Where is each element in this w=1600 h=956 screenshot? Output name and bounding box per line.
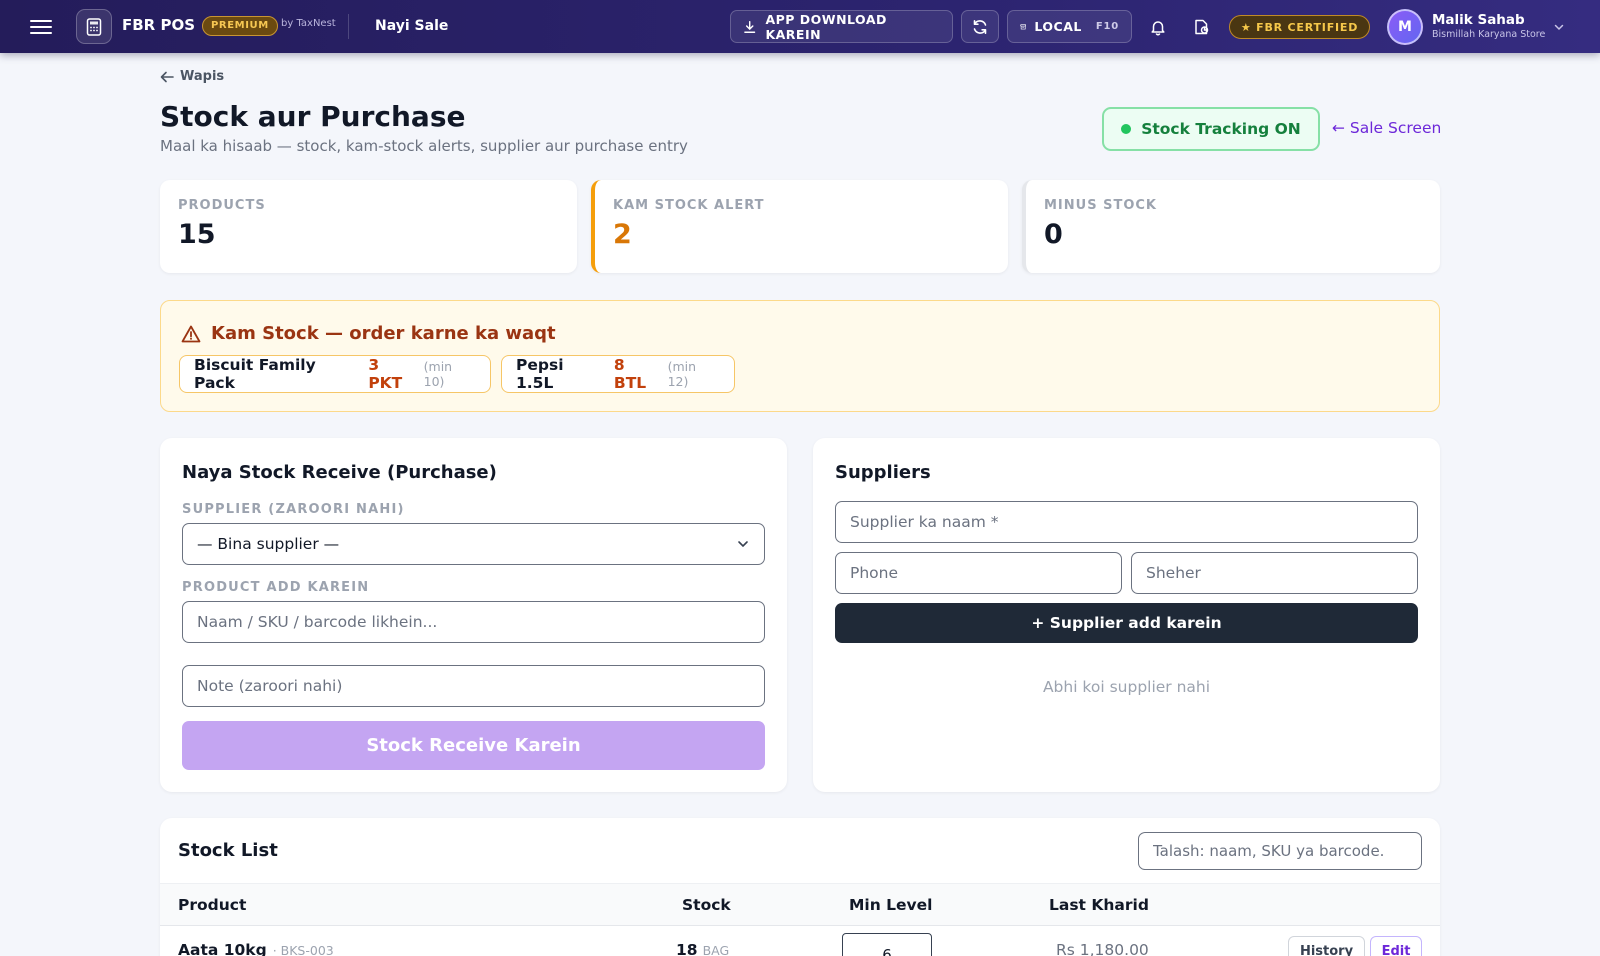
download-icon bbox=[744, 20, 756, 33]
supplier-select[interactable]: — Bina supplier — bbox=[182, 523, 765, 565]
chip-min: (min 10) bbox=[423, 359, 453, 389]
stat-label: MINUS STOCK bbox=[1044, 198, 1157, 213]
archive-icon bbox=[1020, 23, 1027, 29]
stat-value: 15 bbox=[178, 219, 216, 250]
product-search-input[interactable] bbox=[182, 601, 765, 643]
top-bar: FBR POS PREMIUM by TaxNest Nayi Sale APP… bbox=[0, 0, 1600, 53]
sale-screen-link[interactable]: ← Sale Screen bbox=[1332, 119, 1441, 137]
sync-button[interactable] bbox=[961, 10, 999, 43]
product-cell: Aata 10kg · BKS-003 bbox=[178, 941, 334, 956]
suppliers-empty-text: Abhi koi supplier nahi bbox=[1042, 678, 1211, 696]
product-sku: · BKS-003 bbox=[272, 943, 334, 956]
history-button[interactable]: History bbox=[1288, 936, 1365, 956]
stat-label: PRODUCTS bbox=[178, 198, 266, 213]
chip-product-name: Biscuit Family Pack bbox=[194, 356, 316, 392]
suppliers-panel: Suppliers + Supplier add karein Abhi koi… bbox=[813, 438, 1440, 792]
edit-button[interactable]: Edit bbox=[1370, 936, 1422, 956]
product-label: PRODUCT ADD KAREIN bbox=[182, 580, 370, 595]
stock-search-input[interactable] bbox=[1138, 832, 1422, 870]
stock-unit: BAG bbox=[702, 943, 730, 956]
column-header-product: Product bbox=[178, 896, 247, 914]
fbr-certified-badge: ★ FBR CERTIFIED bbox=[1229, 15, 1370, 39]
chip-product-name: Pepsi 1.5L bbox=[516, 356, 564, 392]
stat-value: 2 bbox=[613, 219, 632, 250]
stock-list-card: Stock List Product Stock Min Level Last … bbox=[160, 818, 1440, 956]
supplier-select-value: — Bina supplier — bbox=[197, 535, 340, 553]
purchase-title: Naya Stock Receive (Purchase) bbox=[182, 462, 497, 483]
report-icon[interactable] bbox=[1191, 16, 1213, 38]
chevron-down-icon bbox=[738, 541, 748, 548]
supplier-phone-input[interactable] bbox=[835, 552, 1122, 594]
supplier-name-input[interactable] bbox=[835, 501, 1418, 543]
warning-icon bbox=[181, 325, 201, 342]
divider bbox=[348, 14, 349, 39]
chip-qty: 8 BTL bbox=[613, 356, 647, 392]
menu-icon[interactable] bbox=[30, 16, 52, 36]
chevron-down-icon[interactable] bbox=[1553, 18, 1565, 37]
stock-tracking-toggle[interactable]: Stock Tracking ON bbox=[1102, 107, 1320, 151]
stock-cell: 18 BAG bbox=[676, 941, 729, 956]
arrow-left-icon bbox=[160, 71, 174, 82]
page-title: Stock aur Purchase bbox=[160, 100, 466, 133]
supplier-label: SUPPLIER (ZAROORI NAHI) bbox=[182, 502, 405, 517]
chip-qty: 3 PKT bbox=[368, 356, 403, 392]
local-mode-button[interactable]: LOCAL F10 bbox=[1007, 10, 1132, 43]
refresh-icon bbox=[973, 19, 987, 34]
stat-label: KAM STOCK ALERT bbox=[613, 198, 765, 213]
back-label: Wapis bbox=[180, 69, 225, 84]
note-input[interactable] bbox=[182, 665, 765, 707]
chip-min: (min 12) bbox=[667, 359, 697, 389]
suppliers-title: Suppliers bbox=[835, 462, 931, 483]
stat-value: 0 bbox=[1044, 219, 1063, 250]
low-stock-chip[interactable]: Biscuit Family Pack 3 PKT (min 10) bbox=[179, 355, 491, 393]
premium-badge: PREMIUM bbox=[202, 16, 278, 36]
stat-card-minus-stock: MINUS STOCK 0 bbox=[1022, 180, 1440, 273]
alert-title-text: Kam Stock — order karne ka waqt bbox=[211, 323, 556, 344]
column-header-last-kharid: Last Kharid bbox=[1049, 896, 1149, 914]
avatar[interactable]: M bbox=[1387, 9, 1423, 45]
stock-tracking-label: Stock Tracking ON bbox=[1141, 120, 1301, 138]
purchase-panel: Naya Stock Receive (Purchase) SUPPLIER (… bbox=[160, 438, 787, 792]
product-name: Aata 10kg bbox=[178, 941, 267, 956]
supplier-city-input[interactable] bbox=[1131, 552, 1418, 594]
local-shortcut: F10 bbox=[1095, 21, 1119, 32]
alert-title: Kam Stock — order karne ka waqt bbox=[181, 323, 556, 344]
user-name[interactable]: Malik Sahab bbox=[1432, 12, 1525, 28]
nav-nayi-sale[interactable]: Nayi Sale bbox=[375, 18, 448, 34]
page-subtitle: Maal ka hisaab — stock, kam-stock alerts… bbox=[160, 137, 688, 155]
stock-list-title: Stock List bbox=[178, 840, 278, 861]
app-download-button[interactable]: APP DOWNLOAD KAREIN bbox=[730, 10, 953, 43]
app-download-label: APP DOWNLOAD KAREIN bbox=[765, 11, 887, 42]
stock-qty: 18 bbox=[676, 941, 698, 956]
user-store: Bismillah Karyana Store bbox=[1432, 29, 1546, 40]
brand-name: FBR POS bbox=[122, 16, 196, 34]
table-row: Aata 10kg · BKS-003 18 BAG Rs 1,180.00 bbox=[160, 926, 1440, 956]
calculator-icon[interactable] bbox=[76, 9, 112, 44]
bell-icon[interactable] bbox=[1147, 16, 1169, 38]
min-level-input[interactable]: 6 bbox=[842, 933, 932, 956]
stat-card-low-stock: KAM STOCK ALERT 2 bbox=[591, 180, 1008, 273]
low-stock-chip[interactable]: Pepsi 1.5L 8 BTL (min 12) bbox=[501, 355, 735, 393]
stock-receive-button[interactable]: Stock Receive Karein bbox=[182, 721, 765, 770]
low-stock-alert: Kam Stock — order karne ka waqt Biscuit … bbox=[160, 300, 1440, 412]
column-header-stock: Stock bbox=[682, 896, 731, 914]
status-dot bbox=[1121, 124, 1132, 134]
last-price: Rs 1,180.00 bbox=[1056, 941, 1149, 956]
brand-by: by TaxNest bbox=[281, 18, 336, 29]
add-supplier-button[interactable]: + Supplier add karein bbox=[835, 603, 1418, 643]
column-header-min-level: Min Level bbox=[849, 896, 933, 914]
table-header: Product Stock Min Level Last Kharid bbox=[160, 883, 1440, 926]
local-label: LOCAL bbox=[1034, 19, 1082, 34]
back-link[interactable]: Wapis bbox=[160, 69, 224, 84]
stat-card-products: PRODUCTS 15 bbox=[160, 180, 577, 273]
